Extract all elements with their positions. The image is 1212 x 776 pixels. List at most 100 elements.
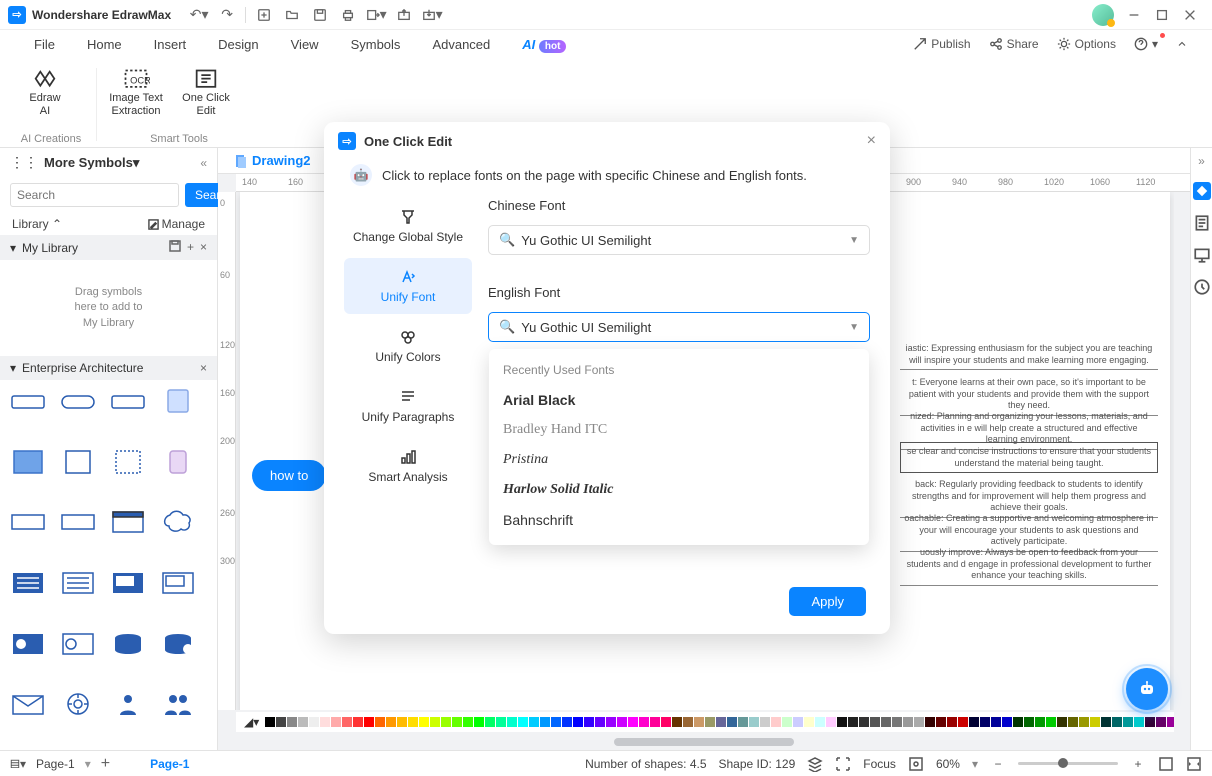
- color-swatch[interactable]: [463, 717, 473, 727]
- color-swatch[interactable]: [584, 717, 594, 727]
- color-swatch[interactable]: [903, 717, 913, 727]
- color-swatch[interactable]: [287, 717, 297, 727]
- color-swatch[interactable]: [386, 717, 396, 727]
- color-swatch[interactable]: [672, 717, 682, 727]
- color-swatch[interactable]: [518, 717, 528, 727]
- shape-item[interactable]: [158, 447, 198, 477]
- color-swatch[interactable]: [760, 717, 770, 727]
- focus-icon[interactable]: [835, 756, 851, 772]
- color-swatch[interactable]: [1035, 717, 1045, 727]
- shape-item[interactable]: [158, 507, 198, 537]
- color-swatch[interactable]: [617, 717, 627, 727]
- color-swatch[interactable]: [375, 717, 385, 727]
- manage-library[interactable]: Manage: [148, 217, 205, 231]
- color-swatch[interactable]: [1145, 717, 1155, 727]
- color-swatch[interactable]: [430, 717, 440, 727]
- style-panel-icon[interactable]: [1193, 182, 1211, 200]
- menu-design[interactable]: Design: [202, 33, 274, 56]
- pages-list-icon[interactable]: ▾: [10, 756, 26, 772]
- shape-item[interactable]: [8, 447, 48, 477]
- color-swatch[interactable]: [573, 717, 583, 727]
- shape-item[interactable]: [58, 568, 98, 598]
- color-swatch[interactable]: [265, 717, 275, 727]
- apply-button[interactable]: Apply: [789, 587, 866, 616]
- color-swatch[interactable]: [694, 717, 704, 727]
- drop-hint[interactable]: Drag symbols here to add to My Library: [12, 268, 205, 348]
- page-panel-icon[interactable]: [1193, 214, 1211, 232]
- shape-item[interactable]: [158, 568, 198, 598]
- color-swatch[interactable]: [793, 717, 803, 727]
- canvas-text[interactable]: uously improve: Always be open to feedba…: [900, 544, 1158, 586]
- menu-insert[interactable]: Insert: [138, 33, 203, 56]
- layers-icon[interactable]: [807, 756, 823, 772]
- section-enterprise[interactable]: ▾Enterprise Architecture ×: [0, 356, 217, 380]
- color-swatch[interactable]: [980, 717, 990, 727]
- mylib-close-icon[interactable]: ×: [200, 240, 207, 255]
- shape-item[interactable]: [8, 568, 48, 598]
- color-swatch[interactable]: [815, 717, 825, 727]
- color-swatch[interactable]: [1057, 717, 1067, 727]
- zoom-slider[interactable]: [1018, 762, 1118, 765]
- color-swatch[interactable]: [364, 717, 374, 727]
- menu-file[interactable]: File: [18, 33, 71, 56]
- active-page[interactable]: Page-1: [150, 757, 189, 771]
- color-swatch[interactable]: [1123, 717, 1133, 727]
- maximize-icon[interactable]: [1149, 2, 1175, 28]
- color-swatch[interactable]: [936, 717, 946, 727]
- ai-assistant-fab[interactable]: [1126, 668, 1168, 710]
- color-swatch[interactable]: [881, 717, 891, 727]
- zoom-out-icon[interactable]: −: [990, 756, 1006, 772]
- enterprise-close-icon[interactable]: ×: [200, 361, 207, 375]
- zoom-fit-icon[interactable]: [908, 756, 924, 772]
- symbol-search-input[interactable]: [10, 183, 179, 207]
- color-swatch[interactable]: [782, 717, 792, 727]
- menu-advanced[interactable]: Advanced: [416, 33, 506, 56]
- color-swatch[interactable]: [540, 717, 550, 727]
- zoom-value[interactable]: 60%: [936, 757, 960, 771]
- section-mylibrary[interactable]: ▾My Library + ×: [0, 235, 217, 260]
- color-swatch[interactable]: [628, 717, 638, 727]
- canvas-text[interactable]: se clear and concise instructions to ens…: [900, 442, 1158, 473]
- color-swatch[interactable]: [1013, 717, 1023, 727]
- chinese-font-select[interactable]: 🔍 Yu Gothic UI Semilight ▼: [488, 225, 870, 255]
- color-swatch[interactable]: [749, 717, 759, 727]
- color-swatch[interactable]: [859, 717, 869, 727]
- canvas-pill[interactable]: how to: [252, 460, 326, 491]
- color-swatch[interactable]: [969, 717, 979, 727]
- shape-item[interactable]: [108, 689, 148, 719]
- publish-button[interactable]: Publish: [907, 34, 976, 54]
- menu-ai[interactable]: AI hot: [506, 33, 570, 56]
- fullscreen-icon[interactable]: [1158, 756, 1174, 772]
- library-dropdown[interactable]: Library ⌃: [12, 217, 62, 231]
- color-swatch[interactable]: [353, 717, 363, 727]
- options-button[interactable]: Options: [1051, 34, 1122, 54]
- shape-item[interactable]: [108, 447, 148, 477]
- shape-item[interactable]: [8, 507, 48, 537]
- color-swatch[interactable]: [298, 717, 308, 727]
- ribbon-one-click-edit[interactable]: One Click Edit: [171, 62, 241, 131]
- color-swatch[interactable]: [1134, 717, 1144, 727]
- shape-item[interactable]: [58, 629, 98, 659]
- font-option[interactable]: Harlow Solid Italic: [489, 475, 869, 505]
- color-swatch[interactable]: [507, 717, 517, 727]
- color-swatch[interactable]: [848, 717, 858, 727]
- canvas-text[interactable]: iastic: Expressing enthusiasm for the su…: [900, 340, 1158, 370]
- color-swatch[interactable]: [441, 717, 451, 727]
- fit-page-icon[interactable]: [1186, 756, 1202, 772]
- color-swatch[interactable]: [397, 717, 407, 727]
- color-swatch[interactable]: [408, 717, 418, 727]
- redo-icon[interactable]: ↷: [214, 2, 240, 28]
- color-swatch[interactable]: [1024, 717, 1034, 727]
- collapse-panel-icon[interactable]: «: [200, 156, 207, 170]
- shape-item[interactable]: [108, 507, 148, 537]
- add-page-icon[interactable]: +: [101, 755, 110, 773]
- color-swatch[interactable]: [870, 717, 880, 727]
- color-swatch[interactable]: [474, 717, 484, 727]
- color-swatch[interactable]: [496, 717, 506, 727]
- collapse-ribbon-icon[interactable]: [1170, 35, 1194, 53]
- color-swatch[interactable]: [452, 717, 462, 727]
- color-swatch[interactable]: [837, 717, 847, 727]
- shape-item[interactable]: [58, 447, 98, 477]
- present-panel-icon[interactable]: [1193, 246, 1211, 264]
- user-avatar[interactable]: [1092, 4, 1114, 26]
